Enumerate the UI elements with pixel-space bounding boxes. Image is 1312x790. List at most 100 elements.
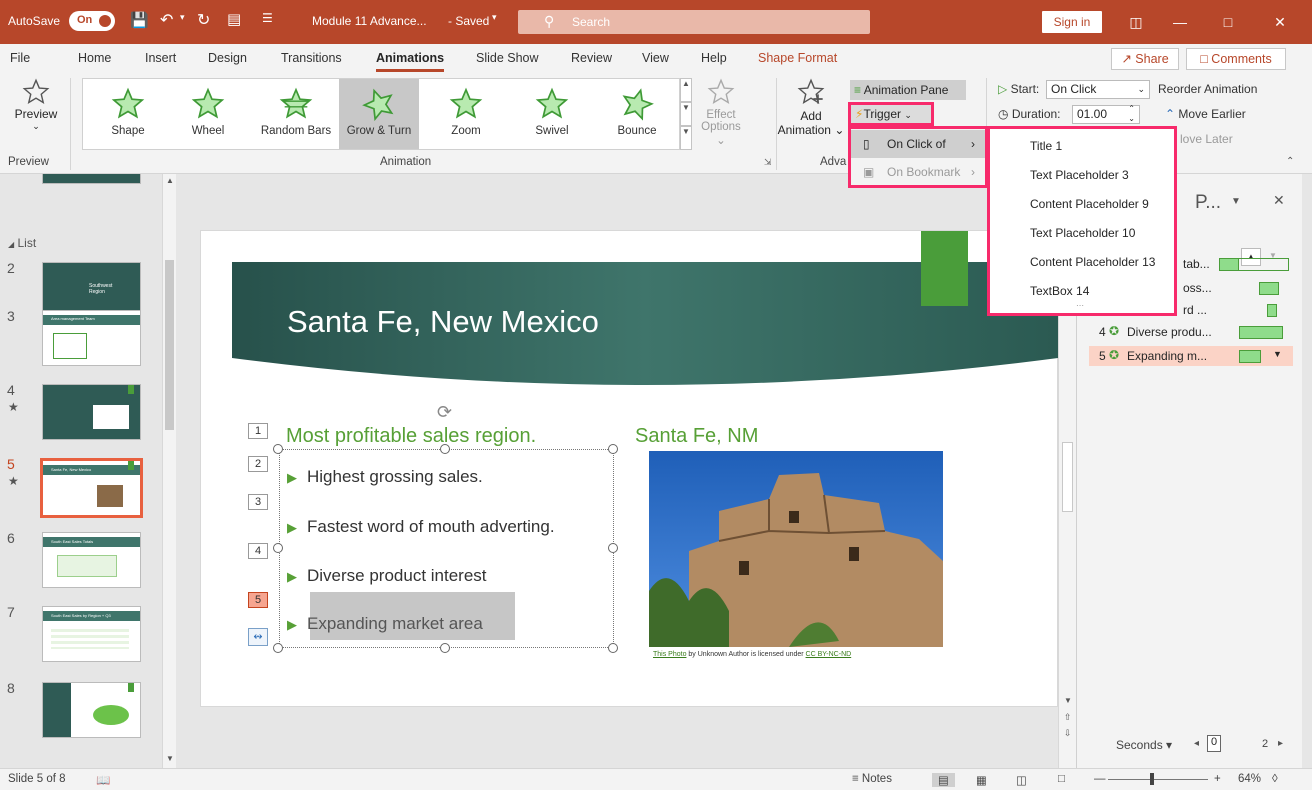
collapse-ribbon-icon[interactable]: ⌃ bbox=[1286, 156, 1294, 167]
undo-icon[interactable]: ↶ bbox=[160, 10, 173, 30]
tab-design[interactable]: Design bbox=[208, 51, 247, 65]
maximize-icon[interactable]: □ bbox=[1208, 9, 1248, 35]
share-button[interactable]: ↗ Share bbox=[1111, 48, 1179, 70]
slide-thumbnail-3[interactable]: Area management Team bbox=[42, 310, 141, 366]
autosave-toggle[interactable]: On bbox=[69, 11, 115, 31]
close-icon[interactable]: ✕ bbox=[1260, 9, 1300, 35]
trigger-button[interactable]: ⚡Trigger ⌄ bbox=[848, 102, 934, 126]
on-bookmark-item[interactable]: ▣ On Bookmark › bbox=[851, 158, 985, 186]
thumbnails-scrollbar[interactable]: ▲ ▼ bbox=[162, 174, 176, 768]
tab-animations[interactable]: Animations bbox=[376, 51, 445, 72]
undo-dropdown-icon[interactable]: ▾ bbox=[180, 12, 185, 23]
animation-tag[interactable]: 3 bbox=[248, 494, 268, 510]
license-link[interactable]: CC BY-NC-ND bbox=[806, 651, 852, 658]
customize-qat-icon[interactable]: ☰ bbox=[262, 11, 273, 25]
slide-thumbnail-5[interactable]: Santa Fe, New Mexico bbox=[40, 458, 143, 518]
animation-tag[interactable]: 4 bbox=[248, 543, 268, 559]
ribbon-display-icon[interactable]: ◫ bbox=[1116, 9, 1156, 35]
resize-handle[interactable] bbox=[440, 444, 450, 454]
section-header[interactable]: ◢ List bbox=[8, 236, 36, 250]
gallery-item-zoom[interactable]: Zoom bbox=[441, 79, 491, 149]
bullet-item[interactable]: ▶ Diverse product interest bbox=[287, 566, 487, 586]
slide-thumbnail-1-partial[interactable] bbox=[42, 174, 141, 184]
bullet-item[interactable]: ▶ Expanding market area bbox=[287, 614, 483, 634]
next-slide-icon[interactable]: ⇩ bbox=[1064, 728, 1072, 739]
gallery-scroll-down-icon[interactable]: ▼ bbox=[680, 102, 692, 126]
resize-handle[interactable] bbox=[608, 444, 618, 454]
slide-sorter-icon[interactable]: ▦ bbox=[976, 773, 987, 787]
scroll-up-icon[interactable]: ▲ bbox=[166, 176, 174, 185]
trigger-marker-icon[interactable]: ↭ bbox=[248, 628, 268, 646]
slide-thumbnail-6[interactable]: South East Sales Totals bbox=[42, 532, 141, 588]
duration-input[interactable]: 01.00 ⌃ ⌄ bbox=[1072, 104, 1140, 124]
scroll-down-icon[interactable]: ▼ bbox=[166, 754, 174, 763]
zoom-out-icon[interactable]: — bbox=[1094, 773, 1106, 785]
resize-handle[interactable] bbox=[608, 543, 618, 553]
minimize-icon[interactable]: — bbox=[1160, 9, 1200, 35]
comments-button[interactable]: □ Comments bbox=[1186, 48, 1286, 70]
animation-tag[interactable]: 1 bbox=[248, 423, 268, 439]
spinner-icon[interactable]: ⌃ ⌄ bbox=[1128, 104, 1135, 124]
gallery-item-wheel[interactable]: Wheel bbox=[183, 79, 233, 149]
tab-help[interactable]: Help bbox=[701, 51, 727, 65]
timeline-left-icon[interactable]: ◂ bbox=[1194, 738, 1199, 749]
slide-title[interactable]: Santa Fe, New Mexico bbox=[287, 304, 599, 340]
gallery-item-random-bars[interactable]: Random Bars bbox=[256, 79, 336, 149]
timeline-right-icon[interactable]: ▸ bbox=[1278, 738, 1283, 749]
tab-transitions[interactable]: Transitions bbox=[281, 51, 342, 65]
resize-handle[interactable] bbox=[273, 543, 283, 553]
animation-pane-button[interactable]: ≡ Animation Pane bbox=[850, 80, 966, 100]
accessibility-icon[interactable]: 📖 bbox=[96, 773, 110, 787]
tab-home[interactable]: Home bbox=[78, 51, 111, 65]
move-earlier-button[interactable]: ⌃ Move Earlier bbox=[1165, 107, 1246, 121]
pueblo-photo[interactable] bbox=[649, 451, 943, 647]
close-pane-icon[interactable]: ✕ bbox=[1273, 192, 1285, 209]
subheading-left[interactable]: Most profitable sales region. bbox=[286, 425, 536, 448]
submenu-item[interactable]: Title 1 bbox=[1030, 139, 1062, 153]
submenu-item[interactable]: TextBox 14 bbox=[1030, 284, 1089, 298]
fit-slide-icon[interactable]: ◊ bbox=[1272, 773, 1278, 785]
gallery-scroll-up-icon[interactable]: ▲ bbox=[680, 78, 692, 102]
previous-slide-icon[interactable]: ⇧ bbox=[1064, 712, 1072, 723]
dialog-launcher-icon[interactable]: ⇲ bbox=[764, 157, 772, 168]
present-icon[interactable]: ▤ bbox=[227, 10, 241, 28]
seconds-label[interactable]: Seconds ▾ bbox=[1116, 738, 1172, 752]
gallery-item-bounce[interactable]: Bounce bbox=[609, 79, 665, 149]
move-later-button[interactable]: love Later bbox=[1180, 132, 1233, 146]
slide-thumbnail-7[interactable]: South East Sales by Region + Q3 bbox=[42, 606, 141, 662]
tab-file[interactable]: File bbox=[10, 51, 30, 65]
slideshow-icon[interactable]: □ bbox=[1058, 773, 1065, 785]
rotate-handle-icon[interactable]: ⟳ bbox=[437, 402, 452, 423]
subheading-right[interactable]: Santa Fe, NM bbox=[635, 425, 758, 448]
save-icon[interactable]: 💾 bbox=[130, 11, 149, 29]
sign-in-button[interactable]: Sign in bbox=[1042, 11, 1102, 33]
tab-review[interactable]: Review bbox=[571, 51, 612, 65]
photo-link[interactable]: This Photo bbox=[653, 651, 686, 658]
resize-handle[interactable] bbox=[440, 643, 450, 653]
resize-handle[interactable] bbox=[273, 444, 283, 454]
animation-row-selected[interactable]: 5 ✪ Expanding m... ▼ bbox=[1089, 346, 1293, 366]
add-animation-button[interactable]: Add Animation ⌄ bbox=[776, 78, 846, 150]
submenu-item[interactable]: Text Placeholder 3 bbox=[1030, 168, 1129, 182]
submenu-item[interactable]: Text Placeholder 10 bbox=[1030, 226, 1135, 240]
effect-options-button[interactable]: Effect Options ⌄ bbox=[696, 78, 746, 150]
bullet-item[interactable]: ▶ Highest grossing sales. bbox=[287, 467, 483, 487]
preview-button[interactable]: Preview ⌄ bbox=[6, 76, 66, 148]
menu-resize-grip-icon[interactable]: ⋯ bbox=[1076, 301, 1084, 310]
animation-row[interactable]: 4 ✪ Diverse produ... bbox=[1089, 322, 1293, 342]
bullet-item[interactable]: ▶ Fastest word of mouth adverting. bbox=[287, 517, 555, 537]
tab-insert[interactable]: Insert bbox=[145, 51, 176, 65]
gallery-item-shape[interactable]: Shape bbox=[103, 79, 153, 149]
tab-shape-format[interactable]: Shape Format bbox=[758, 51, 837, 65]
submenu-item[interactable]: Content Placeholder 13 bbox=[1030, 255, 1155, 269]
normal-view-icon[interactable]: ▤ bbox=[932, 773, 955, 787]
redo-icon[interactable]: ↻ bbox=[197, 10, 210, 30]
gallery-item-swivel[interactable]: Swivel bbox=[527, 79, 577, 149]
tab-slide-show[interactable]: Slide Show bbox=[476, 51, 539, 65]
scroll-down-icon[interactable]: ▼ bbox=[1064, 696, 1072, 705]
zoom-in-icon[interactable]: + bbox=[1214, 773, 1221, 785]
start-select[interactable]: On Click ⌄ bbox=[1046, 80, 1150, 99]
gallery-item-grow-turn[interactable]: Grow & Turn bbox=[339, 79, 419, 149]
tab-view[interactable]: View bbox=[642, 51, 669, 65]
zoom-slider[interactable] bbox=[1108, 779, 1208, 780]
